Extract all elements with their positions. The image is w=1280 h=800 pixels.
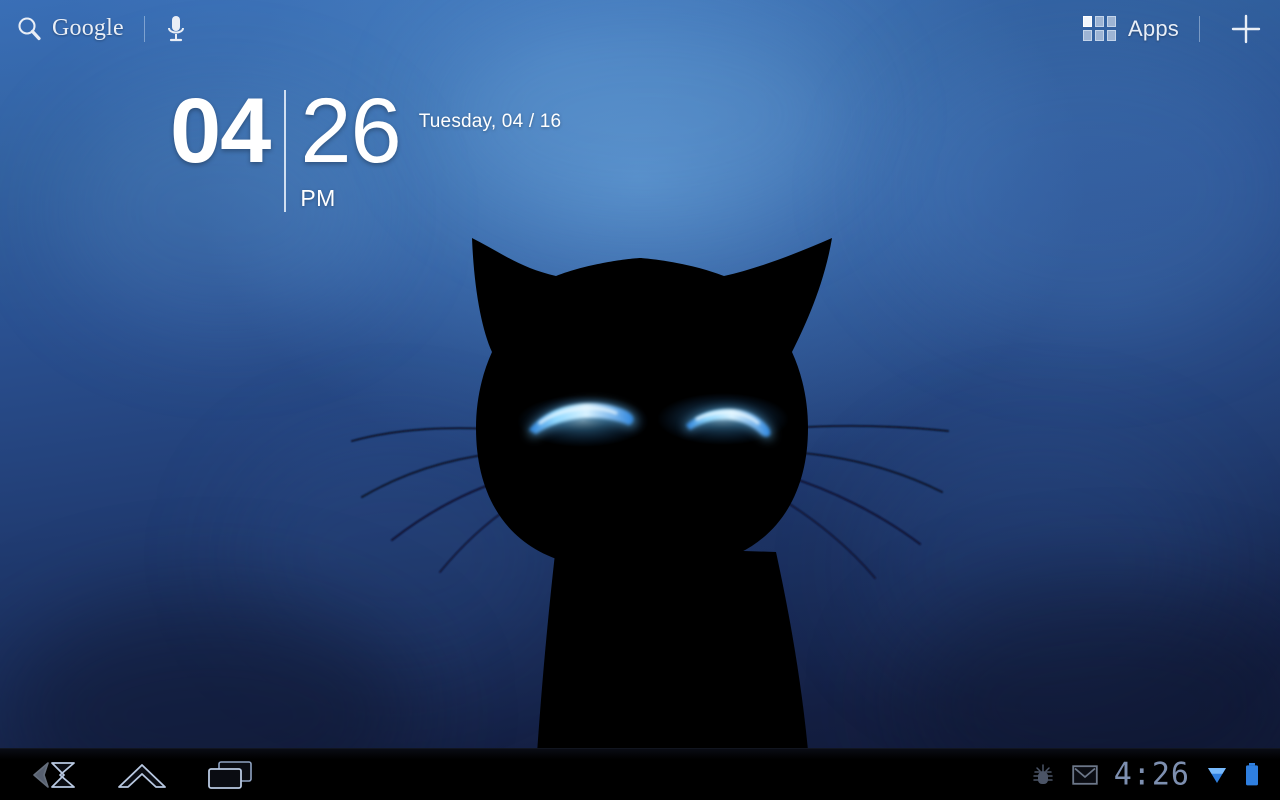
apps-button-label: Apps: [1128, 15, 1179, 41]
recents-icon[interactable]: [202, 753, 258, 797]
wallpaper-smoke-blob: [230, 430, 560, 680]
apps-grid-icon: [1083, 16, 1117, 41]
status-icons[interactable]: 4:26: [1030, 755, 1268, 793]
android-debug-icon[interactable]: [1030, 762, 1056, 788]
status-bar-clock: 4:26: [1113, 755, 1190, 793]
topbar-divider: [1199, 15, 1200, 42]
system-navigation-bar: 4:26: [0, 748, 1280, 800]
battery-full-icon[interactable]: [1244, 762, 1260, 788]
plus-icon: [1231, 14, 1261, 43]
wifi-triangle-icon[interactable]: [1206, 764, 1228, 786]
clock-minute-group: 26 PM: [300, 80, 401, 211]
clock-separator: [284, 90, 287, 212]
android-home-screen: Google Apps 04 26 PM Tuesday, 04 / 16 4:…: [0, 0, 1280, 800]
home-icon[interactable]: [114, 753, 170, 797]
clock-meridiem: PM: [300, 185, 336, 211]
navigation-keys: [12, 753, 258, 797]
gmail-envelope-icon[interactable]: [1072, 764, 1098, 785]
add-to-homescreen-button[interactable]: [1226, 9, 1266, 49]
clock-minute: 26: [300, 80, 401, 182]
google-wordmark: Google: [52, 15, 124, 41]
back-icon[interactable]: [26, 753, 82, 797]
wallpaper-smoke-blob: [880, 40, 1280, 340]
search-icon[interactable]: [14, 14, 44, 44]
wallpaper-smoke-blob: [860, 430, 1220, 700]
home-top-bar-right: Apps: [1083, 0, 1266, 57]
clock-date: Tuesday, 04 / 16: [418, 111, 562, 132]
clock-hour: 04: [170, 80, 271, 182]
apps-button[interactable]: Apps: [1083, 16, 1179, 42]
google-search-widget[interactable]: Google: [14, 0, 187, 57]
search-divider: [143, 15, 145, 42]
clock-widget[interactable]: 04 26 PM Tuesday, 04 / 16: [170, 80, 562, 212]
microphone-icon[interactable]: [165, 13, 187, 45]
home-top-bar: Google Apps: [0, 0, 1280, 57]
